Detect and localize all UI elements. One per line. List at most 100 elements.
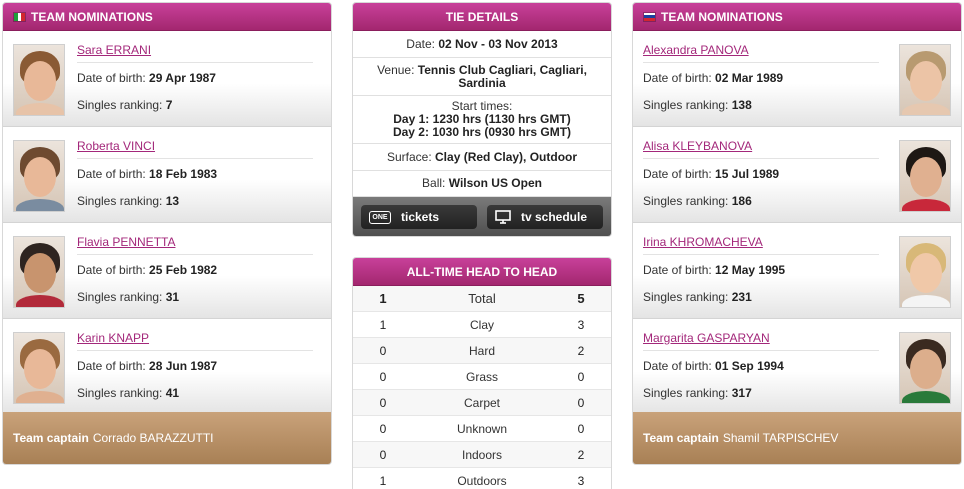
head-to-head-panel: ALL-TIME HEAD TO HEAD 1 Total 5 1 Clay 3… [352,257,612,489]
h2h-label: Carpet [463,395,501,410]
team-captain-label: Team captain [643,431,719,445]
divider [643,254,879,255]
player-dob: Date of birth: 18 Feb 1983 [77,167,218,181]
player-name-link[interactable]: Alexandra PANOVA [643,43,749,57]
player-ranking: Singles ranking: 138 [643,98,752,112]
left-team-header-title: TEAM NOMINATIONS [31,9,153,24]
h2h-left-value: 0 [379,395,387,410]
tie-ball: Ball: Wilson US Open [353,171,611,197]
player-name-link[interactable]: Alisa KLEYBANOVA [643,139,752,153]
player-ranking: Singles ranking: 317 [643,386,752,400]
h2h-right-value: 0 [577,421,585,436]
tickets-label: tickets [401,210,440,224]
player-photo [13,44,65,116]
h2h-row: 1 Outdoors 3 [353,468,611,489]
team-captain: Team captain Shamil TARPISCHEV [633,412,961,464]
h2h-left-value: 0 [379,343,387,358]
player-card: Alisa KLEYBANOVA Date of birth: 15 Jul 1… [633,127,961,223]
h2h-label: Hard [468,343,495,358]
player-dob: Date of birth: 28 Jun 1987 [77,359,218,373]
player-photo [899,332,951,404]
h2h-right-value: 0 [577,395,585,410]
h2h-label: Total [468,291,496,306]
player-name-link[interactable]: Margarita GASPARYAN [643,331,770,345]
player-dob: Date of birth: 25 Feb 1982 [77,263,218,277]
player-dob: Date of birth: 15 Jul 1989 [643,167,780,181]
player-photo [899,236,951,308]
h2h-label: Indoors [461,447,503,462]
divider [77,350,313,351]
right-team-panel: TEAM NOMINATIONS Alexandra PANOVA Date o… [632,2,962,465]
player-dob: Date of birth: 29 Apr 1987 [77,71,216,85]
team-captain-name: Shamil TARPISCHEV [722,431,839,445]
player-card: Margarita GASPARYAN Date of birth: 01 Se… [633,319,961,415]
head-to-head-header: ALL-TIME HEAD TO HEAD [353,258,611,286]
player-photo [13,140,65,212]
player-card: Alexandra PANOVA Date of birth: 02 Mar 1… [633,31,961,127]
divider [77,254,313,255]
h2h-right-value: 3 [577,473,585,488]
h2h-right-value: 0 [577,369,585,384]
h2h-left-value: 1 [379,291,387,306]
player-photo [899,44,951,116]
h2h-row: 0 Unknown 0 [353,416,611,442]
h2h-left-value: 1 [379,317,387,332]
h2h-left-value: 1 [379,473,387,488]
h2h-row-total: 1 Total 5 [353,286,611,312]
divider [643,350,879,351]
player-name-link[interactable]: Sara ERRANI [77,43,151,57]
h2h-right-value: 5 [577,291,585,306]
tie-details-panel: TIE DETAILS Date: 02 Nov - 03 Nov 2013 V… [352,2,612,237]
h2h-right-value: 2 [577,447,585,462]
player-card: Flavia PENNETTA Date of birth: 25 Feb 19… [3,223,331,319]
h2h-row: 0 Indoors 2 [353,442,611,468]
player-photo [899,140,951,212]
player-card: Sara ERRANI Date of birth: 29 Apr 1987 S… [3,31,331,127]
russia-flag-icon [643,11,656,22]
player-ranking: Singles ranking: 7 [77,98,173,112]
divider [77,158,313,159]
h2h-label: Clay [469,317,494,332]
player-card: Karin KNAPP Date of birth: 28 Jun 1987 S… [3,319,331,415]
player-dob: Date of birth: 01 Sep 1994 [643,359,784,373]
player-ranking: Singles ranking: 13 [77,194,180,208]
left-team-header: TEAM NOMINATIONS [3,3,331,31]
italy-flag-icon [13,11,26,22]
team-captain: Team captain Corrado BARAZZUTTI [3,412,331,464]
player-name-link[interactable]: Karin KNAPP [77,331,149,345]
divider [643,62,879,63]
tie-details-header: TIE DETAILS [353,3,611,31]
tv-schedule-button[interactable]: tv schedule [487,205,603,229]
player-ranking: Singles ranking: 231 [643,290,752,304]
tickets-button[interactable]: ONE tickets [361,205,477,229]
h2h-label: Outdoors [457,473,507,488]
h2h-left-value: 0 [379,421,387,436]
tie-start-times: Start times: Day 1: 1230 hrs (1130 hrs G… [353,96,611,144]
h2h-right-value: 2 [577,343,585,358]
divider [77,62,313,63]
player-dob: Date of birth: 12 May 1995 [643,263,786,277]
h2h-left-value: 0 [379,447,387,462]
team-captain-label: Team captain [13,431,89,445]
tv-icon [495,210,511,224]
h2h-row: 1 Clay 3 [353,312,611,338]
team-captain-name: Corrado BARAZZUTTI [92,431,214,445]
player-name-link[interactable]: Irina KHROMACHEVA [643,235,763,249]
h2h-label: Unknown [456,421,508,436]
h2h-row: 0 Carpet 0 [353,390,611,416]
player-name-link[interactable]: Flavia PENNETTA [77,235,175,249]
player-photo [13,332,65,404]
right-team-header-title: TEAM NOMINATIONS [661,9,783,24]
tv-schedule-label: tv schedule [521,210,588,224]
player-ranking: Singles ranking: 41 [77,386,180,400]
player-name-link[interactable]: Roberta VINCI [77,139,155,153]
player-photo [13,236,65,308]
player-ranking: Singles ranking: 31 [77,290,180,304]
h2h-row: 0 Grass 0 [353,364,611,390]
h2h-left-value: 0 [379,369,387,384]
left-team-panel: TEAM NOMINATIONS Sara ERRANI Date of bir… [2,2,332,465]
tie-surface: Surface: Clay (Red Clay), Outdoor [353,144,611,171]
tie-buttons-bar: ONE tickets tv schedule [353,197,611,236]
player-ranking: Singles ranking: 186 [643,194,752,208]
h2h-label: Grass [465,369,498,384]
